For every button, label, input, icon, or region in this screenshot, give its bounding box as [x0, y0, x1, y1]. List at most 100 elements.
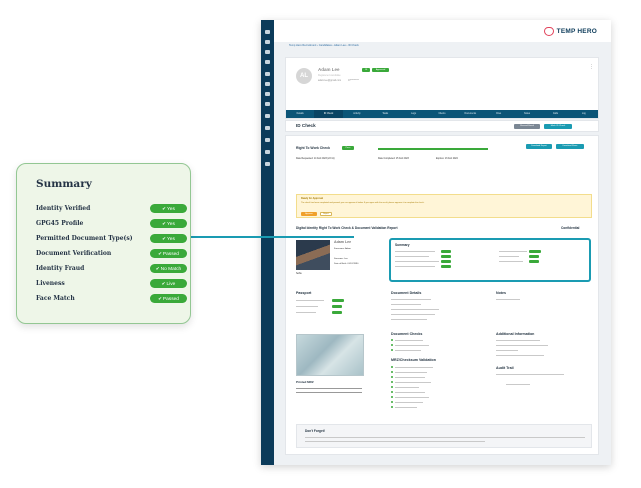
- summary-row-permitted-document-types: Permitted Document Type(s) ✔Yes: [36, 234, 187, 245]
- heart-icon: [543, 27, 554, 36]
- dont-forget-heading: Don't Forget!: [305, 429, 325, 433]
- chart-icon[interactable]: [265, 114, 270, 118]
- grid-icon[interactable]: [265, 50, 270, 54]
- report-title: Digital Identity Right To Work Check & D…: [296, 226, 398, 230]
- document-icon[interactable]: [265, 82, 270, 86]
- resend-email-button[interactable]: Resend Email: [514, 124, 540, 129]
- selfie-label: Selfie: [296, 273, 302, 275]
- notice-title: Ready for Approval: [301, 197, 323, 200]
- candidate-name: Adam Lee: [318, 67, 340, 72]
- printed-mrz-heading: Printed MRZ: [296, 380, 314, 384]
- summary-label: Permitted Document Type(s): [36, 235, 133, 242]
- download-share-button[interactable]: Download Share: [556, 144, 584, 149]
- report-surname: Surname: Lee: [334, 258, 348, 260]
- audit-trail-heading: Audit Trail: [496, 366, 514, 370]
- report-dob: Date of Birth: 01/01/1990: [334, 263, 359, 265]
- check-circle-icon: ✔: [158, 296, 162, 301]
- mark-id-check-button[interactable]: Mark ID Check: [544, 124, 572, 129]
- summary-highlight-box: Summary: [389, 238, 591, 282]
- check-circle-icon: ✔: [158, 251, 162, 256]
- notes-heading: Notes: [496, 291, 506, 295]
- connector-line: [190, 236, 354, 238]
- settings-icon[interactable]: [265, 138, 270, 142]
- rtw-status-badge: Pass: [342, 146, 354, 150]
- expires-date: Expires: 16 Feb 2024: [436, 158, 458, 160]
- status-badge: ✔Live: [150, 279, 187, 288]
- passport-heading: Passport: [296, 291, 312, 295]
- download-report-button[interactable]: Download Report: [526, 144, 552, 149]
- status-badge: Approved: [372, 68, 389, 72]
- candidate-phone[interactable]: 07*********: [348, 79, 359, 82]
- additional-information-heading: Additional Information: [496, 332, 535, 336]
- tab-logs[interactable]: Logs: [399, 110, 427, 118]
- tab-details[interactable]: Details: [286, 110, 314, 118]
- date-requested: Date Requested: 14 Feb 2023 (22:11): [296, 158, 335, 160]
- brand-logo[interactable]: TEMP HERO: [543, 27, 597, 36]
- status-badge: ✔Passed: [150, 249, 187, 258]
- tab-log[interactable]: Log: [570, 110, 598, 118]
- logout-icon[interactable]: [265, 162, 270, 166]
- report-candidate-name: Adam Lee: [334, 240, 352, 244]
- key-icon[interactable]: [265, 60, 270, 64]
- people-icon[interactable]: [265, 150, 270, 154]
- candidate-email[interactable]: adam.lee@gmail.com: [318, 79, 341, 82]
- summary-label: Identity Fraud: [36, 265, 85, 272]
- summary-row-identity-fraud: Identity Fraud ✔No Match: [36, 264, 187, 275]
- tab-activity[interactable]: Activity: [343, 110, 371, 118]
- page-title: ID Check: [296, 123, 316, 128]
- status-badge: ✔Yes: [150, 204, 187, 213]
- reject-button[interactable]: Reject: [320, 212, 332, 216]
- clipboard-icon[interactable]: [265, 102, 270, 106]
- document-details-heading: Document Details: [391, 291, 422, 295]
- sidebar: [261, 20, 274, 465]
- tab-calls[interactable]: Calls: [541, 110, 569, 118]
- count-tag: 16: [362, 68, 370, 72]
- approval-notice: Ready for Approval The check has been co…: [296, 194, 592, 218]
- summary-label: GPG45 Profile: [36, 220, 84, 227]
- passport-image: [296, 334, 364, 376]
- summary-label: Identity Verified: [36, 205, 91, 212]
- breadcrumb[interactable]: Temp Hero Recruitment › Candidates › Ada…: [289, 44, 359, 47]
- summary-label: Face Match: [36, 295, 75, 302]
- rtw-progress-bar: [378, 148, 488, 150]
- dont-forget-box: Don't Forget!: [296, 424, 592, 448]
- selfie-photo: [296, 240, 330, 270]
- top-bar: TEMP HERO: [274, 20, 611, 42]
- profile-tabs: Details ID Check Activity Tasks Logs Cli…: [286, 110, 598, 118]
- check-circle-icon: ✔: [161, 281, 166, 286]
- avatar: AL: [296, 68, 312, 84]
- tab-files[interactable]: Files: [485, 110, 513, 118]
- tab-documents[interactable]: Documents: [456, 110, 484, 118]
- status-badge: ✔No Match: [150, 264, 187, 273]
- user-icon[interactable]: [265, 72, 270, 76]
- tab-clients[interactable]: Clients: [428, 110, 456, 118]
- status-badge: ✔Yes: [150, 219, 187, 228]
- check-circle-icon: ✔: [162, 206, 167, 211]
- rtw-title: Right To Work Check: [296, 146, 330, 150]
- id-check-header: ID Check Resend Email Mark ID Check: [285, 120, 599, 132]
- date-completed: Date Completed: 15 Feb 2023: [378, 158, 409, 160]
- menu-icon[interactable]: [265, 30, 270, 34]
- summary-card: Summary Identity Verified ✔Yes GPG45 Pro…: [16, 163, 191, 324]
- document-checks-heading: Document Checks: [391, 332, 423, 336]
- candidate-subtitle: Registered candidate: [318, 74, 341, 77]
- tab-tasks[interactable]: Tasks: [371, 110, 399, 118]
- summary-row-face-match: Face Match ✔Passed: [36, 294, 187, 305]
- home-icon[interactable]: [265, 40, 270, 44]
- check-circle-icon: ✔: [162, 236, 167, 241]
- question-icon[interactable]: [265, 126, 270, 130]
- summary-row-identity-verified: Identity Verified ✔Yes: [36, 204, 187, 215]
- report-forename: Forename: Adam: [334, 248, 351, 250]
- report-classification: Confidential: [561, 226, 580, 230]
- summary-title: Summary: [36, 178, 92, 190]
- tab-id-check[interactable]: ID Check: [314, 110, 343, 118]
- tab-notes[interactable]: Notes: [513, 110, 541, 118]
- mrz-validation-heading: MRZ/Checksum Validation: [391, 358, 436, 362]
- summary-row-gpg45-profile: GPG45 Profile ✔Yes: [36, 219, 187, 230]
- report-content: Right To Work Check Pass Download Report…: [285, 135, 599, 455]
- check-circle-icon: ✔: [155, 266, 160, 271]
- more-icon[interactable]: ⋮: [589, 64, 594, 70]
- approve-button[interactable]: Approve: [301, 212, 317, 216]
- calendar-icon[interactable]: [265, 92, 270, 96]
- summary-label: Document Verification: [36, 250, 112, 257]
